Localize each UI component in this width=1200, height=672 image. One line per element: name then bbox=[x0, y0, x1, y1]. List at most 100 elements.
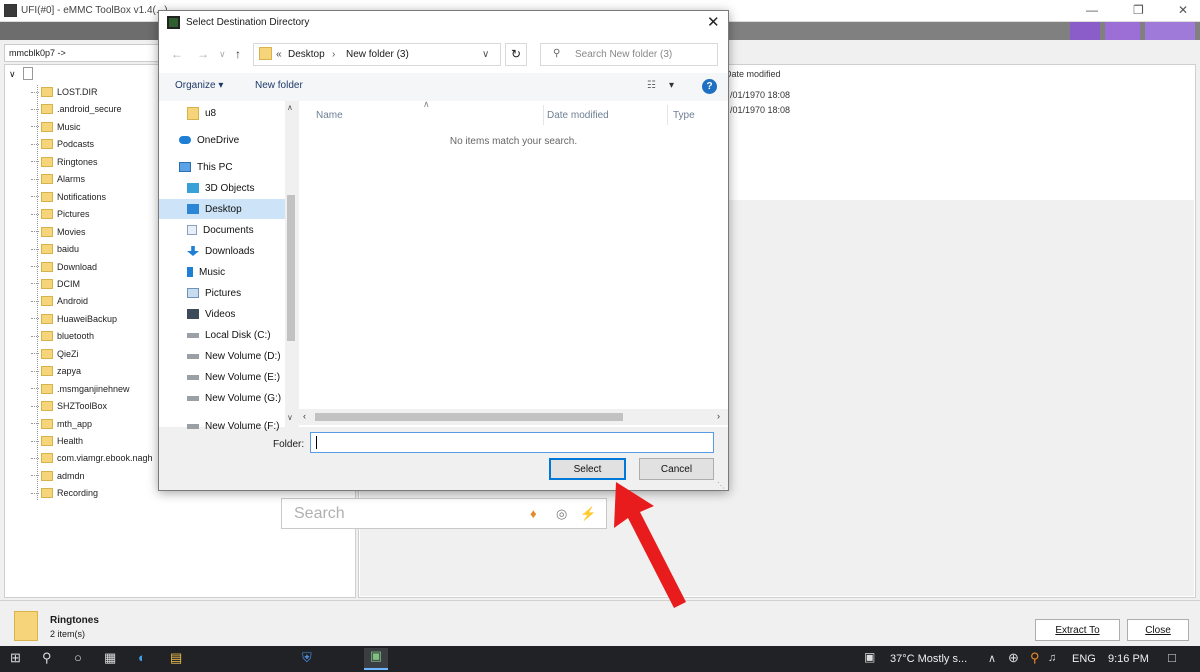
new-folder-button[interactable]: New folder bbox=[255, 80, 303, 91]
nav-item[interactable]: New Volume (G:) bbox=[187, 388, 297, 408]
recent-chevron-icon[interactable]: ∨ bbox=[219, 49, 226, 60]
tree-item[interactable]: mth_app bbox=[31, 416, 92, 432]
nav-item[interactable]: Music bbox=[187, 262, 297, 282]
file-explorer-icon[interactable]: ▤ bbox=[170, 650, 182, 666]
tree-item[interactable]: com.viamgr.ebook.nagh bbox=[31, 450, 153, 466]
nav-item[interactable]: 3D Objects bbox=[187, 178, 297, 198]
lightning-icon[interactable]: ⚡ bbox=[580, 506, 596, 522]
resize-grip-icon[interactable]: ⋱ bbox=[717, 481, 725, 490]
search-app-icon[interactable]: ⚲ bbox=[1030, 650, 1040, 666]
help-icon[interactable]: ? bbox=[702, 79, 717, 94]
tree-item[interactable]: HuaweiBackup bbox=[31, 311, 117, 327]
column-date-modified[interactable]: Date modified bbox=[725, 69, 781, 79]
back-arrow-icon[interactable]: ← bbox=[171, 47, 183, 61]
notifications-icon[interactable]: □ bbox=[1168, 650, 1176, 665]
app-search-box[interactable]: Search ♦ ◎ ⚡ bbox=[281, 498, 607, 529]
nav-item[interactable]: New Volume (F:) bbox=[187, 416, 297, 436]
tree-item[interactable]: zapya bbox=[31, 363, 81, 379]
tree-item[interactable]: Ringtones bbox=[31, 154, 98, 170]
nav-item[interactable]: u8 bbox=[187, 103, 297, 123]
chevron-up-icon[interactable]: ∧ bbox=[988, 652, 996, 665]
tree-item[interactable]: Alarms bbox=[31, 171, 85, 187]
network-icon[interactable]: ⊕ bbox=[1008, 650, 1019, 666]
emmc-toolbox-taskbar-icon[interactable]: ▣ bbox=[364, 648, 388, 670]
hscroll-thumb[interactable] bbox=[315, 413, 623, 421]
nav-item[interactable]: Pictures bbox=[187, 283, 297, 303]
tree-item[interactable]: baidu bbox=[31, 241, 79, 257]
tree-item[interactable]: .msmganjinehnew bbox=[31, 381, 130, 397]
tree-item[interactable]: Music bbox=[31, 119, 81, 135]
nav-item[interactable]: Documents bbox=[187, 220, 297, 240]
address-bar[interactable]: « Desktop › New folder (3) ∨ bbox=[253, 43, 501, 66]
language-indicator[interactable]: ENG bbox=[1072, 653, 1096, 665]
nav-item[interactable]: New Volume (E:) bbox=[187, 367, 297, 387]
tree-item[interactable]: SHZToolBox bbox=[31, 398, 107, 414]
close-icon[interactable]: ✕ bbox=[1178, 3, 1188, 17]
tree-item[interactable]: LOST.DIR bbox=[31, 84, 98, 100]
tree-item[interactable]: Recording bbox=[31, 485, 98, 501]
select-button[interactable]: Select bbox=[549, 458, 626, 480]
column-name[interactable]: Name bbox=[316, 110, 343, 121]
scroll-up-icon[interactable]: ∧ bbox=[287, 103, 293, 112]
view-dropdown-icon[interactable]: ▾ bbox=[669, 80, 674, 91]
tree-item[interactable]: Pictures bbox=[31, 206, 90, 222]
tree-item[interactable]: Health bbox=[31, 433, 83, 449]
windows-start-icon[interactable]: ⊞ bbox=[10, 650, 21, 666]
breadcrumb-overflow[interactable]: « bbox=[276, 49, 282, 60]
tree-item[interactable]: Android bbox=[31, 293, 88, 309]
nav-item[interactable]: OneDrive bbox=[179, 130, 297, 150]
tree-item[interactable]: bluetooth bbox=[31, 328, 94, 344]
tree-item[interactable]: Podcasts bbox=[31, 136, 94, 152]
task-view-icon[interactable]: ▦ bbox=[104, 650, 116, 666]
edge-browser-icon[interactable]: ◐ bbox=[138, 650, 146, 665]
file-row-date[interactable]: /01/1970 18:08 bbox=[730, 105, 790, 115]
address-dropdown-icon[interactable]: ∨ bbox=[482, 49, 489, 60]
tree-item[interactable]: DCIM bbox=[31, 276, 80, 292]
search-icon[interactable]: ⚲ bbox=[42, 650, 52, 666]
nav-item[interactable]: This PC bbox=[179, 157, 297, 177]
scroll-down-icon[interactable]: ∨ bbox=[287, 413, 293, 422]
volume-icon[interactable]: ♫ bbox=[1048, 652, 1056, 664]
nav-item[interactable]: Desktop bbox=[159, 199, 285, 219]
clock[interactable]: 9:16 PM bbox=[1108, 653, 1149, 665]
dialog-close-icon[interactable]: ✕ bbox=[707, 13, 720, 31]
tree-item[interactable]: QieZi bbox=[31, 346, 79, 362]
refresh-icon[interactable]: ↻ bbox=[505, 43, 527, 66]
weather-text[interactable]: 37°C Mostly s... bbox=[890, 653, 967, 665]
folder-input[interactable] bbox=[310, 432, 714, 453]
settings-icon[interactable]: ◎ bbox=[556, 506, 567, 522]
close-button[interactable]: Close bbox=[1127, 619, 1189, 641]
view-options-icon[interactable]: ☷ bbox=[647, 80, 656, 91]
minimize-icon[interactable]: — bbox=[1086, 3, 1098, 17]
breadcrumb-desktop[interactable]: Desktop bbox=[288, 49, 325, 60]
nav-item[interactable]: Videos bbox=[187, 304, 297, 324]
tree-item[interactable]: admdn bbox=[31, 468, 85, 484]
breadcrumb-new-folder[interactable]: New folder (3) bbox=[346, 49, 409, 60]
tree-expand-icon[interactable]: ∨ bbox=[9, 69, 16, 80]
extract-to-button[interactable]: Extract To bbox=[1035, 619, 1120, 641]
file-row-date[interactable]: /01/1970 18:08 bbox=[730, 90, 790, 100]
tree-item[interactable]: Movies bbox=[31, 224, 86, 240]
nav-item[interactable]: Local Disk (C:) bbox=[187, 325, 297, 345]
file-list-hscrollbar[interactable]: ‹ › bbox=[299, 409, 728, 425]
nav-item[interactable]: Downloads bbox=[187, 241, 297, 261]
cortana-icon[interactable]: ○ bbox=[74, 650, 82, 665]
scroll-right-icon[interactable]: › bbox=[717, 411, 720, 421]
weather-icon[interactable]: ▣ bbox=[864, 650, 875, 664]
tree-item[interactable]: .android_secure bbox=[31, 101, 122, 117]
column-type[interactable]: Type bbox=[673, 110, 695, 121]
nav-item[interactable]: New Volume (D:) bbox=[187, 346, 297, 366]
forward-arrow-icon[interactable]: → bbox=[197, 47, 209, 61]
dialog-search-input[interactable]: ⚲ Search New folder (3) bbox=[540, 43, 718, 66]
column-date-modified[interactable]: Date modified bbox=[547, 110, 609, 121]
scroll-left-icon[interactable]: ‹ bbox=[303, 411, 306, 421]
tree-item[interactable]: Download bbox=[31, 259, 97, 275]
up-arrow-icon[interactable]: ↑ bbox=[235, 47, 241, 61]
folder-star-icon[interactable]: ♦ bbox=[530, 506, 537, 521]
defender-shield-icon[interactable]: ⛨ bbox=[302, 650, 312, 666]
cancel-button[interactable]: Cancel bbox=[639, 458, 714, 480]
nav-scroll-thumb[interactable] bbox=[287, 195, 295, 341]
restore-icon[interactable]: ❐ bbox=[1133, 3, 1144, 17]
tree-item[interactable]: Notifications bbox=[31, 189, 106, 205]
organize-button[interactable]: Organize ▾ bbox=[175, 80, 223, 91]
